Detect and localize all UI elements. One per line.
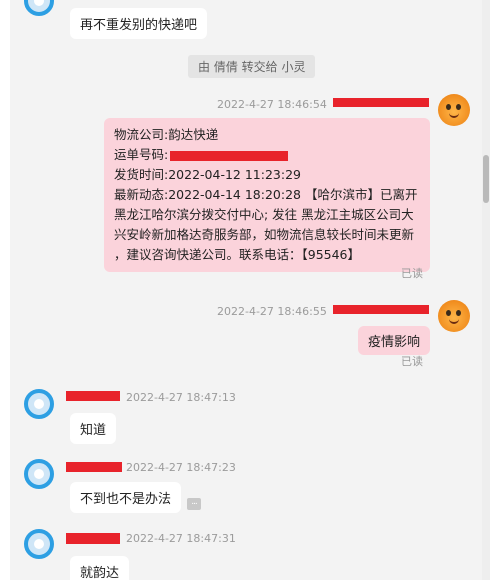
agent-avatar-eye [446,104,451,110]
tracking-number-label: 运单号码: [114,147,169,162]
user-avatar[interactable] [24,529,54,559]
redacted-name [66,533,120,544]
agent-avatar-mouth [449,113,459,118]
scrollbar[interactable] [482,0,490,580]
agent-avatar-mouth [449,319,459,324]
read-receipt: 已读 [401,267,423,280]
read-receipt: 已读 [401,355,423,368]
agent-avatar[interactable] [438,300,470,332]
status-detail: 兴安岭新加格达奇服务部，如物流信息较长时间未更新 [114,227,415,242]
redacted-name [333,305,429,314]
message-timestamp: 2022-4-27 18:46:55 [217,305,327,318]
agent-avatar-eye [446,310,451,316]
system-transfer-note: 由 倩倩 转交给 小灵 [188,55,316,78]
user-avatar[interactable] [24,389,54,419]
message-timestamp: 2022-4-27 18:47:23 [126,461,236,474]
status-detail: ，建议咨询快递公司。联系电话：【95546】 [114,247,361,262]
message-timestamp: 2022-4-27 18:47:13 [126,391,236,404]
agent-avatar-eye [456,104,461,110]
message-bubble: 疫情影响 [358,326,431,355]
status-detail: 黑龙江哈尔滨分拨交付中心; 发往 黑龙江主城区公司大 [114,207,414,222]
message-timestamp: 2022-4-27 18:47:31 [126,532,236,545]
user-avatar[interactable] [24,0,54,16]
tracking-number-row: 运单号码: [114,145,420,165]
user-avatar[interactable] [24,459,54,489]
more-options-icon[interactable]: ... [187,498,201,510]
message-bubble: 再不重发别的快递吧 [70,8,208,39]
logistics-info-bubble: 物流公司:韵达快递 运单号码: 发货时间:2022-04-12 11:23:29… [104,118,430,272]
message-bubble: 就韵达 [70,556,130,580]
message-timestamp: 2022-4-27 18:46:54 [217,98,327,111]
ship-time: 发货时间:2022-04-12 11:23:29 [114,167,301,182]
redacted-name [66,462,122,472]
latest-status: 最新动态:2022-04-14 18:20:28 【哈尔滨市】已离开 [114,187,418,202]
message-bubble: 不到也不是办法 [70,482,182,513]
redacted-name [66,391,120,401]
logistics-company: 物流公司:韵达快递 [114,127,219,142]
chat-window: 再不重发别的快递吧 由 倩倩 转交给 小灵 2022-4-27 18:46:54… [10,0,490,580]
agent-avatar[interactable] [438,94,470,126]
scroll-thumb[interactable] [483,155,489,203]
message-bubble: 知道 [70,413,117,444]
redacted-tracking-number [170,150,289,161]
redacted-name [333,98,429,107]
agent-avatar-eye [456,310,461,316]
